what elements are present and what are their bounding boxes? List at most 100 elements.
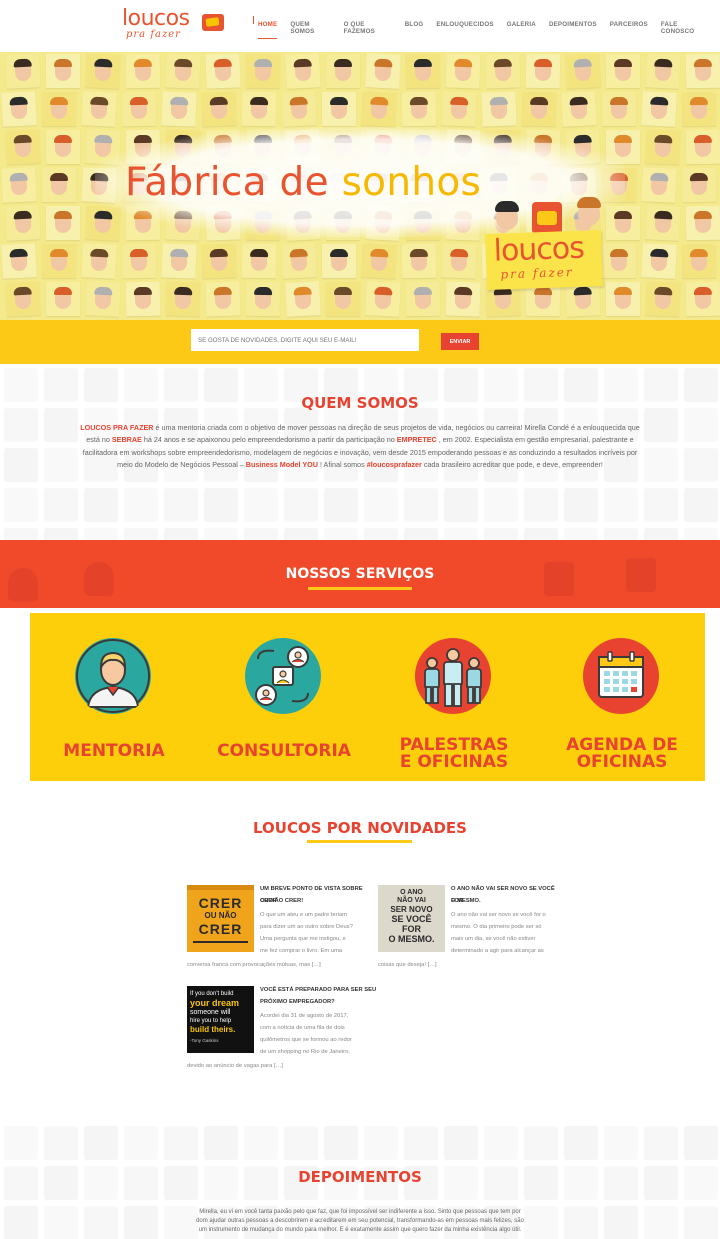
sticky-note-face-icon <box>205 281 241 317</box>
nav-fale-conosco[interactable]: FALE CONOSCO <box>661 21 707 35</box>
sticky-note-face-icon <box>645 53 681 89</box>
ghost-face-icon <box>4 448 38 482</box>
about-text-part: cada brasileiro acreditar que pode, e de… <box>421 460 603 470</box>
post-excerpt: coisas que deseja! […] <box>378 962 437 968</box>
sticky-note-face-icon <box>685 281 720 317</box>
sticky-note-face-icon <box>42 168 76 202</box>
post-excerpt: mesmo. O dia primeiro pode ser só <box>451 924 542 930</box>
ghost-face-icon <box>4 1206 38 1239</box>
sticky-note-face-icon <box>121 243 157 279</box>
post-title[interactable]: VOCÊ ESTÁ PREPARADO PARA SER SEU <box>260 984 376 996</box>
sticky-note-face-icon <box>322 244 356 278</box>
service-agenda[interactable]: AGENDA DE OFICINAS <box>538 613 706 781</box>
sticky-note-face-icon <box>685 205 720 241</box>
sticky-note-face-icon <box>125 53 161 89</box>
service-label: OFICINAS <box>576 752 668 772</box>
post-excerpt: com a notícia de uma fila de dois <box>260 1025 345 1031</box>
ghost-face-icon <box>4 1126 38 1160</box>
ghost-face-icon <box>444 528 478 540</box>
site-logo[interactable]: loucos pra fazer <box>122 6 226 44</box>
ghost-face-icon <box>644 408 678 442</box>
sticky-note-face-icon <box>241 243 277 279</box>
ghost-face-icon <box>164 1126 198 1160</box>
post-title[interactable]: OU NÃO CRER! <box>260 895 303 907</box>
sticky-note-face-icon <box>561 91 597 127</box>
nav-quem-somos[interactable]: QUEM SOMOS <box>290 21 330 35</box>
sticky-note-face-icon <box>165 53 201 89</box>
post-excerpt: me fez comprar o livro. Em uma <box>260 948 343 954</box>
nav-o-que-fazemos[interactable]: O QUE FAZEMOS <box>344 21 392 35</box>
ghost-face-icon <box>244 1126 278 1160</box>
ghost-face-icon <box>564 1206 598 1239</box>
thumbnail-text: If you don't build <box>190 991 234 997</box>
sticky-note-face-icon <box>85 281 121 317</box>
sticky-note-face-icon <box>5 53 41 89</box>
newsletter-email-input[interactable] <box>191 329 419 351</box>
service-label: E OFICINAS <box>399 752 509 772</box>
about-brand-name: LOUCOS PRA FAZER <box>80 423 154 432</box>
thumbnail-text: O MESMO. <box>388 934 435 944</box>
post-excerpt: Acordei dia 31 de agosto de 2017, <box>260 1013 349 1019</box>
sticky-note-face-icon <box>681 91 717 127</box>
logo-badge-icon <box>202 14 224 31</box>
ghost-face-icon <box>684 1206 718 1239</box>
ghost-face-icon <box>604 528 638 540</box>
sticky-note-face-icon <box>405 281 441 317</box>
sticky-note-face-icon <box>1 243 37 279</box>
services-title-underline <box>308 587 412 590</box>
nav-galeria[interactable]: GALERIA <box>507 21 536 35</box>
post-title[interactable]: PRÓXIMO EMPREGADOR? <box>260 996 335 1008</box>
ghost-face-icon <box>364 1126 398 1160</box>
about-text-part: ! Afinal somos <box>317 460 367 470</box>
services-band: NOSSOS SERVIÇOS <box>0 540 720 608</box>
sticky-note-face-icon <box>81 91 117 127</box>
nav-blog[interactable]: BLOG <box>405 21 424 35</box>
ghost-face-icon <box>644 488 678 522</box>
blog-post[interactable]: O ANO NÃO VAI SER NOVO SE VOCÊ FOR O MES… <box>378 885 568 975</box>
thumbnail-text: your dream <box>190 998 240 1008</box>
sticky-note-face-icon <box>565 53 601 89</box>
ghost-face-icon <box>244 528 278 540</box>
thumbnail-text: CRER <box>198 921 243 937</box>
ghost-face-icon <box>324 528 358 540</box>
ghost-face-icon <box>44 528 78 540</box>
ghost-face-icon <box>604 488 638 522</box>
post-thumbnail[interactable]: If you don't build your dream someone wi… <box>187 986 254 1053</box>
thumbnail-text: SE VOCÊ <box>391 914 432 924</box>
thumbnail-rule <box>193 941 248 943</box>
ghost-face-icon <box>4 488 38 522</box>
post-thumbnail[interactable]: CRER OU NÃO CRER <box>187 885 254 952</box>
nav-enlouquecidos[interactable]: ENLOUQUECIDOS <box>436 21 493 35</box>
sticky-note-face-icon <box>602 244 636 278</box>
newsletter-submit-button[interactable]: ENVIAR <box>441 333 479 350</box>
sticky-note-face-icon <box>201 243 237 279</box>
blog-post[interactable]: If you don't build your dream someone wi… <box>187 986 377 1076</box>
ghost-face-icon <box>364 488 398 522</box>
hero-logo-tagline: pra fazer <box>500 264 574 282</box>
service-consultoria[interactable]: CONSULTORIA <box>200 613 368 781</box>
sticky-note-face-icon <box>445 53 481 89</box>
post-title[interactable]: O MESMO. <box>451 895 481 907</box>
ghost-face-icon <box>164 528 198 540</box>
sticky-note-face-icon <box>285 53 321 89</box>
post-thumbnail[interactable]: O ANO NÃO VAI SER NOVO SE VOCÊ FOR O MES… <box>378 885 445 952</box>
nav-home[interactable]: HOME <box>252 16 278 39</box>
sticky-note-face-icon <box>42 244 76 278</box>
sticky-note-face-icon <box>521 91 557 127</box>
nav-parceiros[interactable]: PARCEIROS <box>610 21 648 35</box>
about-title: QUEM SOMOS <box>301 394 419 412</box>
blog-post[interactable]: CRER OU NÃO CRER UM BREVE PONTO DE VISTA… <box>187 885 377 975</box>
ghost-face-icon <box>124 1206 158 1239</box>
service-mentoria[interactable]: MENTORIA <box>30 613 198 781</box>
ghost-face-icon <box>404 1126 438 1160</box>
sticky-note-face-icon <box>685 53 720 89</box>
post-excerpt: mais um dia, se você não estiver <box>451 936 536 942</box>
nav-depoimentos[interactable]: DEPOIMENTOS <box>549 21 597 35</box>
service-label: MENTORIA <box>63 741 165 761</box>
ghost-face-icon <box>284 528 318 540</box>
sticky-note-face-icon <box>5 129 41 165</box>
sticky-note-face-icon <box>606 54 640 88</box>
mascot-head-icon <box>492 198 522 230</box>
service-palestras[interactable]: PALESTRAS E OFICINAS <box>370 613 538 781</box>
sticky-note-face-icon <box>606 282 640 316</box>
